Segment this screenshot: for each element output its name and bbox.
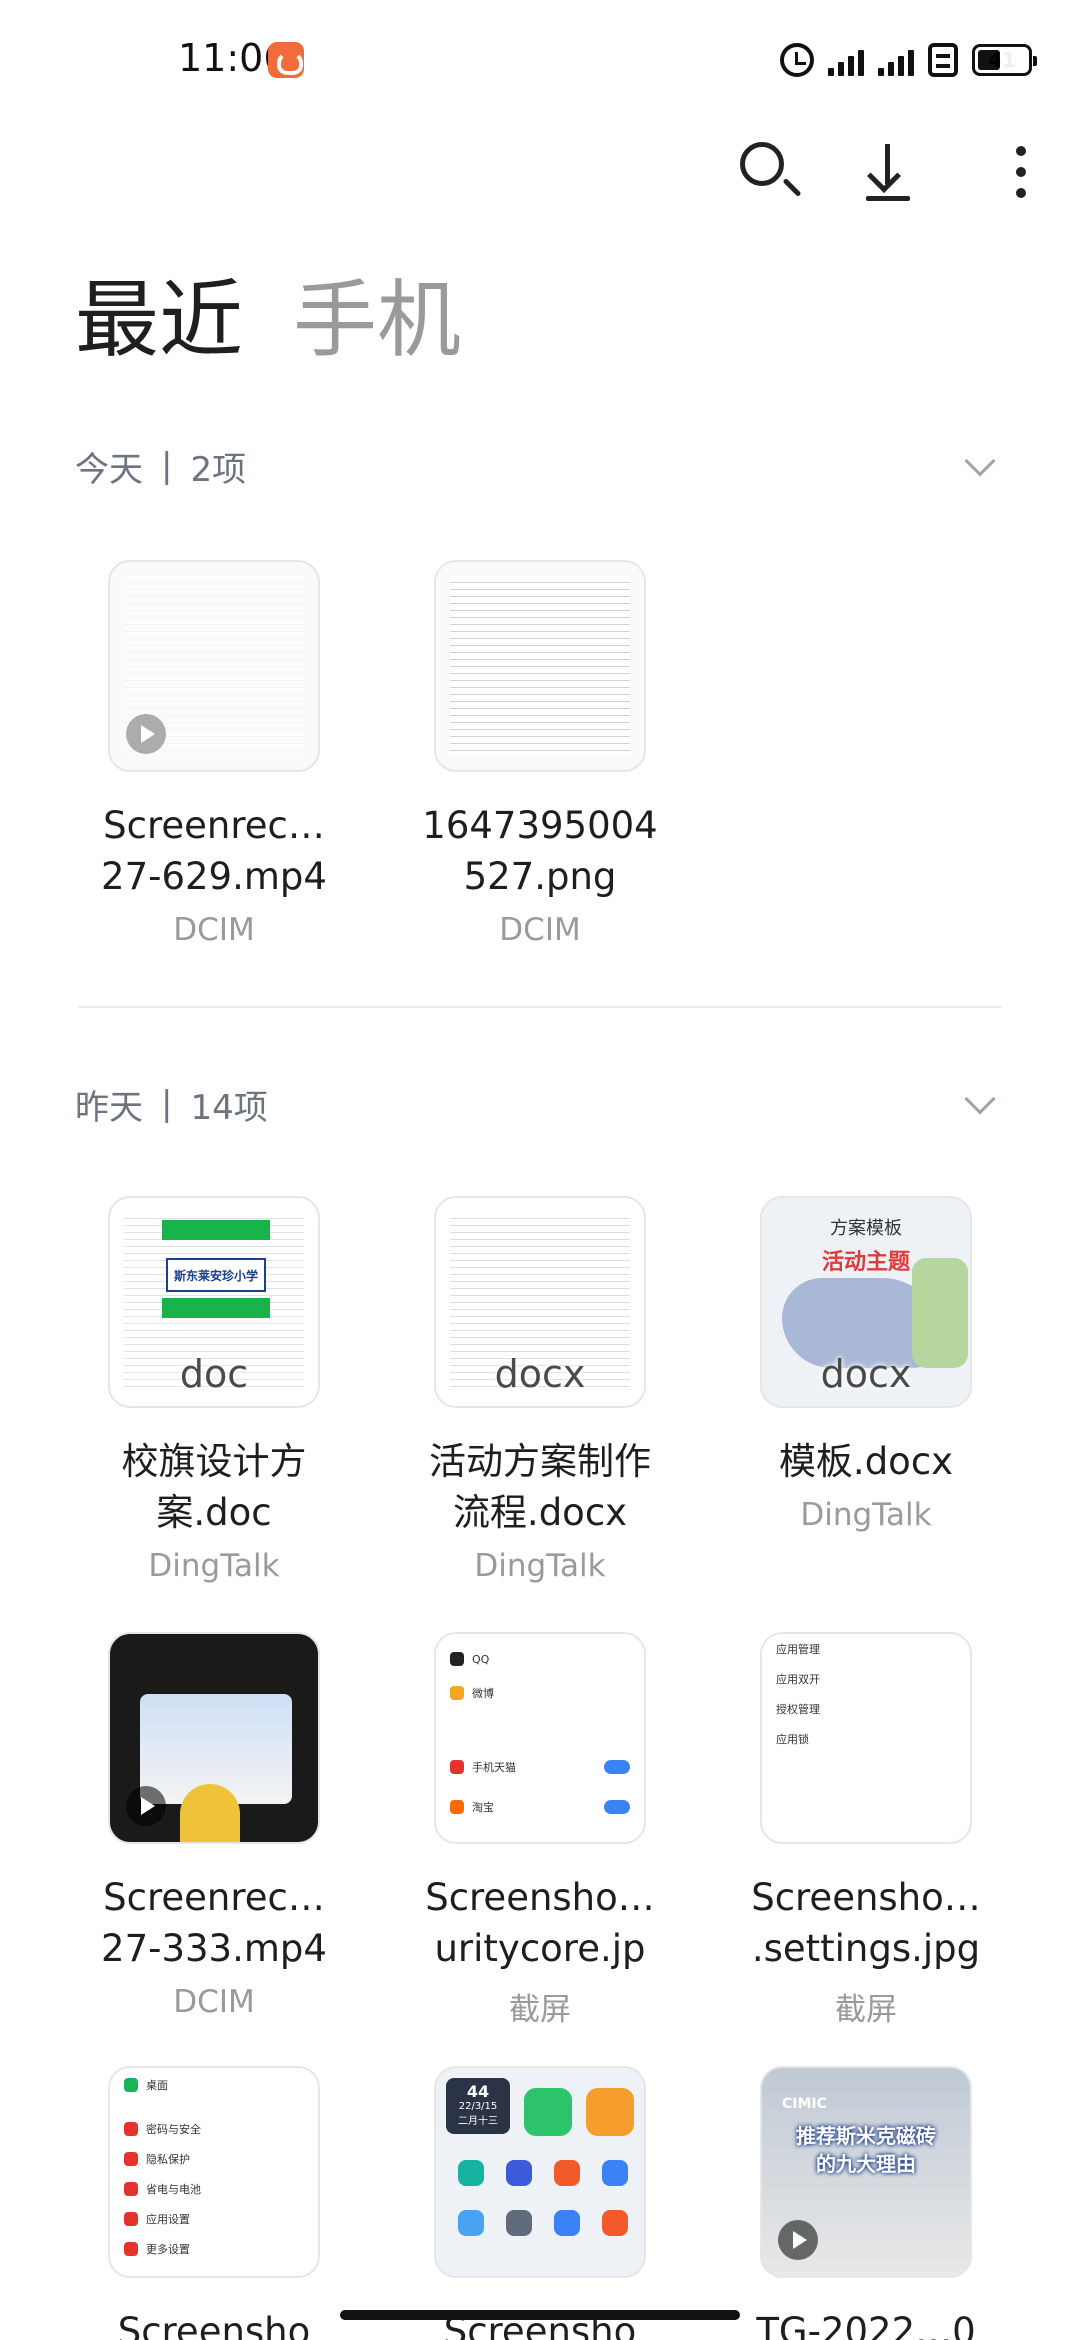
file-tile[interactable]: Screenrec… 27-629.mp4 DCIM [64, 560, 364, 948]
template-subtitle: 活动主题 [821, 1250, 910, 1275]
chevron-down-icon [964, 1083, 996, 1115]
file-source: DCIM [499, 912, 581, 948]
template-title: 方案模板 [830, 1218, 902, 1239]
play-icon [126, 714, 166, 754]
section-count: 2项 [190, 449, 247, 490]
thumb-row-label: 授权管理 [776, 1703, 820, 1716]
search-button[interactable] [728, 132, 808, 212]
section-label: 今天 [75, 449, 143, 490]
section-label: 昨天 [75, 1087, 143, 1128]
file-source: DingTalk [800, 1497, 932, 1533]
status-icons: 41 [780, 40, 1037, 80]
file-tile[interactable]: docx 活动方案制作 流程.docx DingTalk [390, 1196, 690, 1584]
thumb-ad-line-2: 的九大理由 [816, 2152, 916, 2176]
thumb-row-label: 应用管理 [776, 1643, 820, 1656]
file-name: 活动方案制作 流程.docx [429, 1440, 651, 1534]
battery-icon: 41 [972, 44, 1037, 76]
status-bar: 11:06 41 [0, 0, 1080, 120]
file-tile[interactable]: 方案模板 活动主题 docx 模板.docx DingTalk [716, 1196, 1016, 1533]
chevron-down-icon [964, 445, 996, 477]
file-name: 模板.docx [778, 1440, 954, 1483]
file-thumbnail: docx [434, 1196, 646, 1408]
file-thumbnail: 桌面 密码与安全 隐私保护 省电与电池 应用设置 更多设置 [108, 2066, 320, 2278]
file-source: DingTalk [148, 1548, 280, 1584]
file-tile[interactable]: Screenrec… 27-333.mp4 DCIM [64, 1632, 364, 2020]
file-name: Screensho [117, 2310, 311, 2340]
toolbar [680, 132, 1080, 212]
file-thumbnail [434, 560, 646, 772]
thumb-row-label: 密码与安全 [146, 2123, 201, 2136]
thumb-ad-line-1: 推荐斯米克磁砖 [796, 2124, 936, 2148]
section-header-today[interactable]: 今天 | 2项 [75, 436, 1005, 496]
download-button[interactable] [848, 132, 928, 212]
thumb-row-label: 淘宝 [472, 1801, 494, 1814]
thumb-row-label: 桌面 [146, 2079, 168, 2092]
more-button[interactable] [968, 132, 1048, 212]
file-name: Screenrec… 27-629.mp4 [101, 804, 327, 898]
file-thumbnail [108, 1632, 320, 1844]
notification-app-icon [268, 42, 304, 78]
file-tile[interactable]: 桌面 密码与安全 隐私保护 省电与电池 应用设置 更多设置 Screensho [64, 2066, 364, 2340]
file-manager-screen: 11:06 41 最近 手机 今天 | 2项 Screenrec… 27-629… [0, 0, 1080, 2340]
thumb-ad-brand: CIMIC [782, 2096, 827, 2112]
signal-2-icon [878, 44, 914, 76]
file-source: 截屏 [509, 1992, 571, 2028]
file-source: DCIM [173, 912, 255, 948]
thumb-row-label: 应用双开 [776, 1673, 820, 1686]
thumb-row-label: 应用锁 [776, 1733, 809, 1746]
file-source: DingTalk [474, 1548, 606, 1584]
thumb-calendar-day: 44 [466, 2082, 490, 2101]
tab-recent[interactable]: 最近 [75, 270, 243, 370]
file-tile[interactable]: CIMIC 推荐斯米克磁砖 的九大理由 TG-2022…0 [716, 2066, 1016, 2340]
file-ext-label: docx [494, 1352, 586, 1396]
alarm-icon [780, 43, 814, 77]
play-icon [126, 1786, 166, 1826]
search-icon [740, 142, 784, 186]
file-thumbnail: 斯东莱安珍小学 doc [108, 1196, 320, 1408]
file-thumbnail: CIMIC 推荐斯米克磁砖 的九大理由 [760, 2066, 972, 2278]
section-count: 14项 [190, 1087, 268, 1128]
signal-1-icon [828, 44, 864, 76]
file-tile[interactable]: 斯东莱安珍小学 doc 校旗设计方 案.doc DingTalk [64, 1196, 364, 1584]
thumb-calendar-date: 22/3/15 [458, 2101, 498, 2112]
play-icon [778, 2220, 818, 2260]
thumb-calendar-lunar: 二月十三 [458, 2116, 498, 2127]
home-indicator[interactable] [340, 2310, 740, 2320]
section-header-yesterday[interactable]: 昨天 | 14项 [75, 1074, 1005, 1134]
file-thumbnail [108, 560, 320, 772]
file-name: Screensho… .settings.jpg [751, 1876, 981, 1970]
file-tile[interactable]: 1647395004 527.png DCIM [390, 560, 690, 948]
file-name: Screensho… uritycore.jp [425, 1876, 655, 1970]
thumb-row-label: 隐私保护 [146, 2153, 190, 2166]
file-tile[interactable]: 应用管理 应用双开 授权管理 应用锁 Screensho… .settings.… [716, 1632, 1016, 2029]
file-name: Screenrec… 27-333.mp4 [101, 1876, 327, 1970]
section-divider [78, 1006, 1002, 1008]
file-name: 校旗设计方 案.doc [121, 1440, 307, 1534]
tab-phone[interactable]: 手机 [293, 270, 461, 370]
file-thumbnail: QQ 微博 手机天猫 淘宝 [434, 1632, 646, 1844]
wifi-icon [928, 43, 958, 77]
battery-level: 41 [988, 48, 1016, 72]
thumb-row-label: 省电与电池 [146, 2183, 201, 2196]
thumb-row-label: 手机天猫 [472, 1761, 516, 1774]
file-source: 截屏 [835, 1992, 897, 2028]
file-ext-label: doc [179, 1352, 249, 1396]
file-name: TG-2022…0 [756, 2310, 976, 2340]
thumb-row-label: QQ [472, 1652, 490, 1666]
thumb-row-label: 更多设置 [146, 2243, 190, 2256]
thumb-row-label: 应用设置 [146, 2213, 190, 2226]
file-name: 1647395004 527.png [422, 804, 658, 898]
file-thumbnail: 44 22/3/15 二月十三 [434, 2066, 646, 2278]
thumb-row-label: 微博 [472, 1687, 494, 1700]
file-tile[interactable]: 44 22/3/15 二月十三 Screensho [390, 2066, 690, 2340]
file-source: DCIM [173, 1984, 255, 2020]
file-thumbnail: 应用管理 应用双开 授权管理 应用锁 [760, 1632, 972, 1844]
school-logo: 斯东莱安珍小学 [166, 1258, 266, 1292]
tab-bar: 最近 手机 [75, 270, 461, 370]
file-tile[interactable]: QQ 微博 手机天猫 淘宝 Screensho… uritycore.jp 截屏 [390, 1632, 690, 2029]
file-thumbnail: 方案模板 活动主题 docx [760, 1196, 972, 1408]
file-ext-label: docx [820, 1352, 912, 1396]
